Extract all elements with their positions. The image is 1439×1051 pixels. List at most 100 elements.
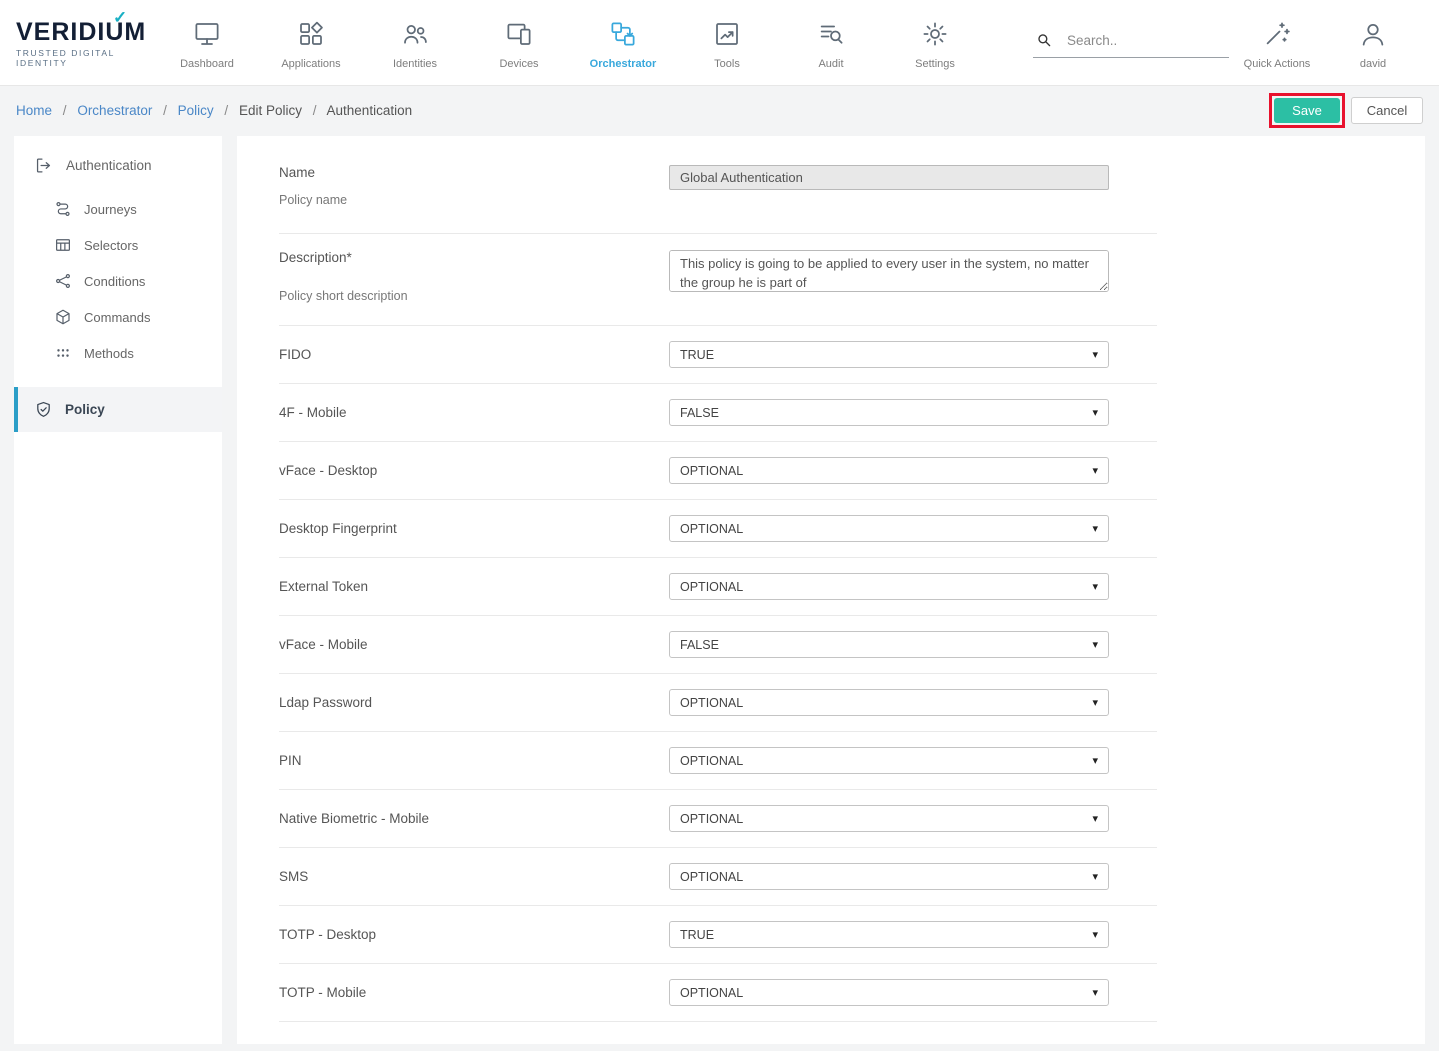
chevron-down-icon: ▾ bbox=[1092, 696, 1098, 709]
nav-item-dashboard[interactable]: Dashboard bbox=[155, 15, 259, 70]
breadcrumb-authentication: Authentication bbox=[327, 103, 413, 118]
form-row-fido: FIDO TRUE ▾ bbox=[279, 326, 1157, 384]
select-value: FALSE bbox=[680, 638, 719, 652]
nav-item-orchestrator[interactable]: Orchestrator bbox=[571, 15, 675, 70]
name-label: Name bbox=[279, 165, 669, 180]
pin-select[interactable]: OPTIONAL ▾ bbox=[669, 747, 1109, 774]
field-label: vFace - Mobile bbox=[279, 637, 669, 652]
journeys-icon bbox=[54, 200, 72, 218]
nav-item-devices[interactable]: Devices bbox=[467, 15, 571, 70]
breadcrumb-separator: / bbox=[224, 103, 228, 118]
field-label: External Token bbox=[279, 579, 669, 594]
breadcrumb-home[interactable]: Home bbox=[16, 103, 52, 118]
policy-edit-panel: Name Policy name Description* Policy sho… bbox=[237, 136, 1425, 1044]
login-arrow-icon bbox=[34, 156, 53, 175]
sms-select[interactable]: OPTIONAL ▾ bbox=[669, 863, 1109, 890]
monitor-icon bbox=[192, 19, 222, 49]
chevron-down-icon: ▾ bbox=[1092, 986, 1098, 999]
field-label: Ldap Password bbox=[279, 695, 669, 710]
policy-name-input[interactable] bbox=[669, 165, 1109, 190]
grid-icon bbox=[296, 19, 326, 49]
form-row-vface-desktop: vFace - Desktop OPTIONAL ▾ bbox=[279, 442, 1157, 500]
name-sublabel: Policy name bbox=[279, 193, 669, 207]
user-name-label: david bbox=[1360, 58, 1386, 70]
desktop-fingerprint-select[interactable]: OPTIONAL ▾ bbox=[669, 515, 1109, 542]
primary-nav: Dashboard Applications Identities Device… bbox=[155, 15, 987, 70]
form-row-native-biometric-mobile: Native Biometric - Mobile OPTIONAL ▾ bbox=[279, 790, 1157, 848]
sidebar-item-policy[interactable]: Policy bbox=[14, 387, 222, 432]
description-label: Description* bbox=[279, 250, 669, 265]
sidebar-item-commands[interactable]: Commands bbox=[14, 299, 222, 335]
content-area: Authentication Journeys Selectors Condit… bbox=[0, 134, 1439, 1044]
form-row-totp-mobile: TOTP - Mobile OPTIONAL ▾ bbox=[279, 964, 1157, 1022]
cancel-button[interactable]: Cancel bbox=[1351, 97, 1423, 124]
fido-select[interactable]: TRUE ▾ bbox=[669, 341, 1109, 368]
breadcrumb-policy[interactable]: Policy bbox=[178, 103, 214, 118]
field-label: Native Biometric - Mobile bbox=[279, 811, 669, 826]
field-label: PIN bbox=[279, 753, 669, 768]
select-value: TRUE bbox=[680, 928, 714, 942]
user-icon bbox=[1358, 19, 1388, 49]
search-input[interactable] bbox=[1067, 33, 1227, 48]
4f-mobile-select[interactable]: FALSE ▾ bbox=[669, 399, 1109, 426]
brand-name: VERIDIUM bbox=[16, 18, 155, 47]
sidebar-item-selectors[interactable]: Selectors bbox=[14, 227, 222, 263]
form-row-vface-mobile: vFace - Mobile FALSE ▾ bbox=[279, 616, 1157, 674]
select-value: OPTIONAL bbox=[680, 812, 743, 826]
annotation-highlight-box: Save bbox=[1269, 93, 1345, 128]
sidebar-item-label: Policy bbox=[65, 402, 105, 417]
save-button[interactable]: Save bbox=[1274, 98, 1340, 123]
sidebar-item-journeys[interactable]: Journeys bbox=[14, 191, 222, 227]
policy-description-textarea[interactable]: This policy is going to be applied to ev… bbox=[669, 250, 1109, 292]
breadcrumb-separator: / bbox=[163, 103, 167, 118]
user-menu[interactable]: david bbox=[1325, 15, 1421, 70]
form-row-pin: PIN OPTIONAL ▾ bbox=[279, 732, 1157, 790]
chevron-down-icon: ▾ bbox=[1092, 522, 1098, 535]
nav-item-label: Audit bbox=[818, 58, 843, 70]
chevron-down-icon: ▾ bbox=[1092, 406, 1098, 419]
sidebar-item-conditions[interactable]: Conditions bbox=[14, 263, 222, 299]
ldap-password-select[interactable]: OPTIONAL ▾ bbox=[669, 689, 1109, 716]
totp-desktop-select[interactable]: TRUE ▾ bbox=[669, 921, 1109, 948]
search-bar[interactable] bbox=[1033, 27, 1229, 58]
nav-item-settings[interactable]: Settings bbox=[883, 15, 987, 70]
nav-item-identities[interactable]: Identities bbox=[363, 15, 467, 70]
dots-icon bbox=[54, 344, 72, 362]
magic-wand-icon bbox=[1262, 19, 1292, 49]
sidebar-item-label: Methods bbox=[84, 346, 134, 361]
page-actions: Save Cancel bbox=[1269, 93, 1423, 128]
nav-item-tools[interactable]: Tools bbox=[675, 15, 779, 70]
cube-icon bbox=[54, 308, 72, 326]
select-value: OPTIONAL bbox=[680, 754, 743, 768]
nav-item-label: Applications bbox=[281, 58, 340, 70]
brand-logo[interactable]: VERIDIUM ✓ TRUSTED DIGITAL IDENTITY bbox=[16, 18, 155, 68]
breadcrumb-orchestrator[interactable]: Orchestrator bbox=[77, 103, 152, 118]
chevron-down-icon: ▾ bbox=[1092, 754, 1098, 767]
top-navigation-bar: VERIDIUM ✓ TRUSTED DIGITAL IDENTITY Dash… bbox=[0, 0, 1439, 86]
sidebar-header-authentication[interactable]: Authentication bbox=[14, 136, 222, 191]
nav-item-audit[interactable]: Audit bbox=[779, 15, 883, 70]
select-value: OPTIONAL bbox=[680, 464, 743, 478]
select-value: FALSE bbox=[680, 406, 719, 420]
tools-icon bbox=[712, 19, 742, 49]
logo-check-icon: ✓ bbox=[113, 8, 127, 28]
nav-item-label: Dashboard bbox=[180, 58, 234, 70]
quick-actions-button[interactable]: Quick Actions bbox=[1229, 15, 1325, 70]
native-biometric-mobile-select[interactable]: OPTIONAL ▾ bbox=[669, 805, 1109, 832]
nav-item-applications[interactable]: Applications bbox=[259, 15, 363, 70]
external-token-select[interactable]: OPTIONAL ▾ bbox=[669, 573, 1109, 600]
breadcrumb-bar: Home / Orchestrator / Policy / Edit Poli… bbox=[0, 86, 1439, 134]
form-row-4f-mobile: 4F - Mobile FALSE ▾ bbox=[279, 384, 1157, 442]
branch-icon bbox=[54, 272, 72, 290]
form-row-totp-desktop: TOTP - Desktop TRUE ▾ bbox=[279, 906, 1157, 964]
breadcrumb-edit-policy: Edit Policy bbox=[239, 103, 302, 118]
nav-item-label: Settings bbox=[915, 58, 955, 70]
sidebar-header-label: Authentication bbox=[66, 158, 152, 173]
topbar-right-group: Quick Actions david bbox=[1229, 15, 1421, 70]
chevron-down-icon: ▾ bbox=[1092, 812, 1098, 825]
sidebar-item-methods[interactable]: Methods bbox=[14, 335, 222, 371]
sidebar-item-label: Journeys bbox=[84, 202, 137, 217]
vface-mobile-select[interactable]: FALSE ▾ bbox=[669, 631, 1109, 658]
vface-desktop-select[interactable]: OPTIONAL ▾ bbox=[669, 457, 1109, 484]
totp-mobile-select[interactable]: OPTIONAL ▾ bbox=[669, 979, 1109, 1006]
